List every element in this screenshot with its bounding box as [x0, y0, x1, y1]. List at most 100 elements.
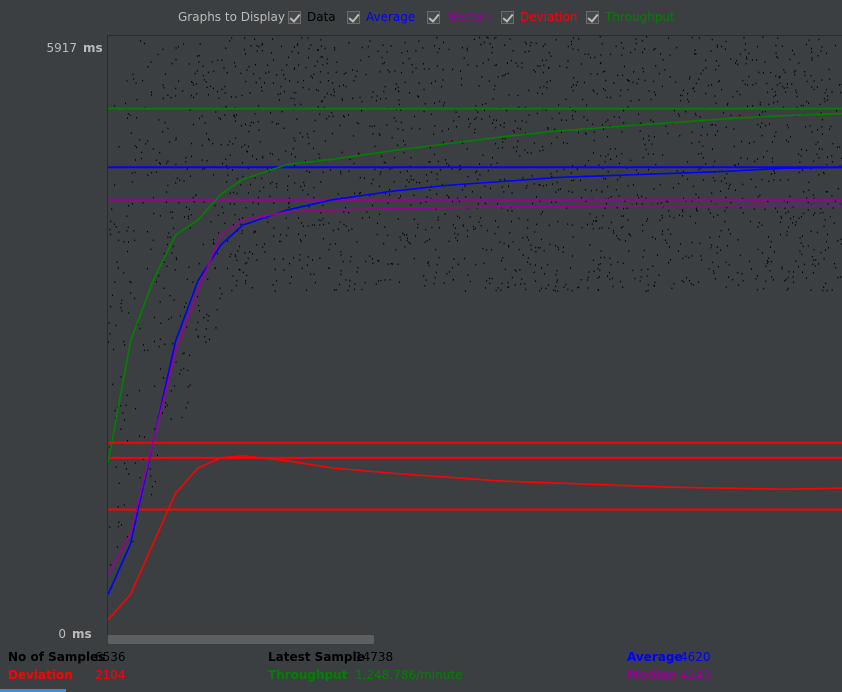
- data-point: [467, 235, 468, 238]
- data-point: [125, 468, 127, 470]
- data-point: [682, 209, 683, 211]
- data-point: [386, 124, 388, 126]
- data-point: [183, 43, 185, 45]
- data-point: [482, 103, 483, 106]
- data-point: [617, 178, 619, 181]
- data-point: [501, 259, 502, 262]
- data-point: [819, 212, 821, 214]
- data-point: [374, 168, 376, 171]
- data-point: [483, 262, 485, 264]
- data-point: [334, 49, 336, 51]
- scrollbar-thumb[interactable]: [108, 635, 374, 644]
- data-point: [272, 38, 274, 40]
- data-point: [792, 222, 794, 224]
- data-point: [358, 123, 360, 125]
- data-point: [179, 373, 181, 375]
- data-point: [657, 254, 658, 256]
- data-checkbox[interactable]: Data: [288, 8, 336, 26]
- data-point: [442, 68, 444, 71]
- data-point: [404, 246, 406, 248]
- data-point: [627, 89, 629, 91]
- data-point: [318, 219, 320, 221]
- data-point: [815, 259, 817, 261]
- data-point: [784, 71, 786, 74]
- data-point: [329, 243, 331, 246]
- data-point: [766, 259, 768, 262]
- data-point: [821, 148, 823, 151]
- data-point: [648, 168, 649, 171]
- checkbox-check-icon[interactable]: [347, 10, 360, 24]
- data-point: [480, 196, 482, 199]
- data-point: [359, 191, 361, 194]
- data-point: [130, 281, 132, 284]
- data-point: [142, 202, 144, 204]
- throughput-series-line: [108, 112, 842, 464]
- data-point: [402, 232, 404, 234]
- data-point: [655, 94, 656, 96]
- data-point: [736, 60, 738, 62]
- data-point: [773, 95, 775, 98]
- data-point: [808, 189, 810, 191]
- checkbox-check-icon[interactable]: [586, 10, 599, 24]
- data-point: [528, 114, 530, 116]
- data-point: [320, 212, 322, 214]
- data-point: [630, 100, 632, 102]
- data-point: [740, 207, 742, 209]
- data-point: [379, 213, 381, 215]
- data-point: [345, 72, 347, 74]
- checkbox-check-icon[interactable]: [288, 10, 301, 24]
- data-point: [766, 82, 768, 85]
- data-point: [503, 242, 505, 245]
- data-point: [602, 71, 604, 73]
- data-point: [604, 207, 606, 209]
- data-point: [621, 152, 623, 155]
- data-point: [773, 179, 775, 181]
- data-point: [458, 200, 460, 202]
- data-point: [644, 79, 646, 82]
- data-point: [129, 114, 131, 116]
- median-checkbox[interactable]: Median: [427, 8, 490, 26]
- data-point: [578, 38, 580, 40]
- data-point: [343, 84, 345, 86]
- data-point: [175, 163, 177, 166]
- data-point: [224, 92, 226, 94]
- horizontal-scrollbar[interactable]: [107, 634, 842, 645]
- data-point: [422, 47, 424, 49]
- data-point: [792, 276, 794, 278]
- data-point: [414, 115, 415, 118]
- data-point: [428, 68, 430, 70]
- data-point: [132, 540, 134, 543]
- data-point: [593, 220, 594, 222]
- data-point: [584, 53, 586, 55]
- data-point: [602, 128, 604, 130]
- data-point: [173, 227, 175, 230]
- data-point: [530, 248, 532, 251]
- data-point: [610, 221, 612, 224]
- checkbox-check-icon[interactable]: [501, 10, 514, 24]
- data-point: [365, 73, 367, 76]
- data-point: [326, 92, 328, 95]
- checkbox-check-icon[interactable]: [427, 10, 440, 24]
- data-point: [673, 187, 674, 189]
- data-point: [223, 67, 225, 69]
- data-point: [697, 153, 699, 155]
- data-point: [167, 160, 169, 163]
- data-point: [805, 277, 807, 279]
- data-point: [351, 228, 353, 230]
- data-point: [571, 224, 573, 226]
- data-point: [163, 86, 165, 89]
- data-point: [252, 155, 253, 157]
- data-point: [761, 252, 763, 254]
- data-point: [147, 349, 149, 352]
- data-point: [193, 201, 195, 203]
- deviation-checkbox[interactable]: Deviation: [501, 8, 577, 26]
- data-point: [123, 272, 125, 274]
- data-point: [389, 194, 391, 196]
- data-point: [134, 145, 136, 147]
- data-point: [198, 54, 200, 57]
- data-point: [205, 81, 207, 83]
- data-point: [702, 179, 704, 181]
- throughput-checkbox[interactable]: Throughput: [586, 8, 675, 26]
- data-point: [661, 233, 663, 235]
- average-checkbox[interactable]: Average: [347, 8, 415, 26]
